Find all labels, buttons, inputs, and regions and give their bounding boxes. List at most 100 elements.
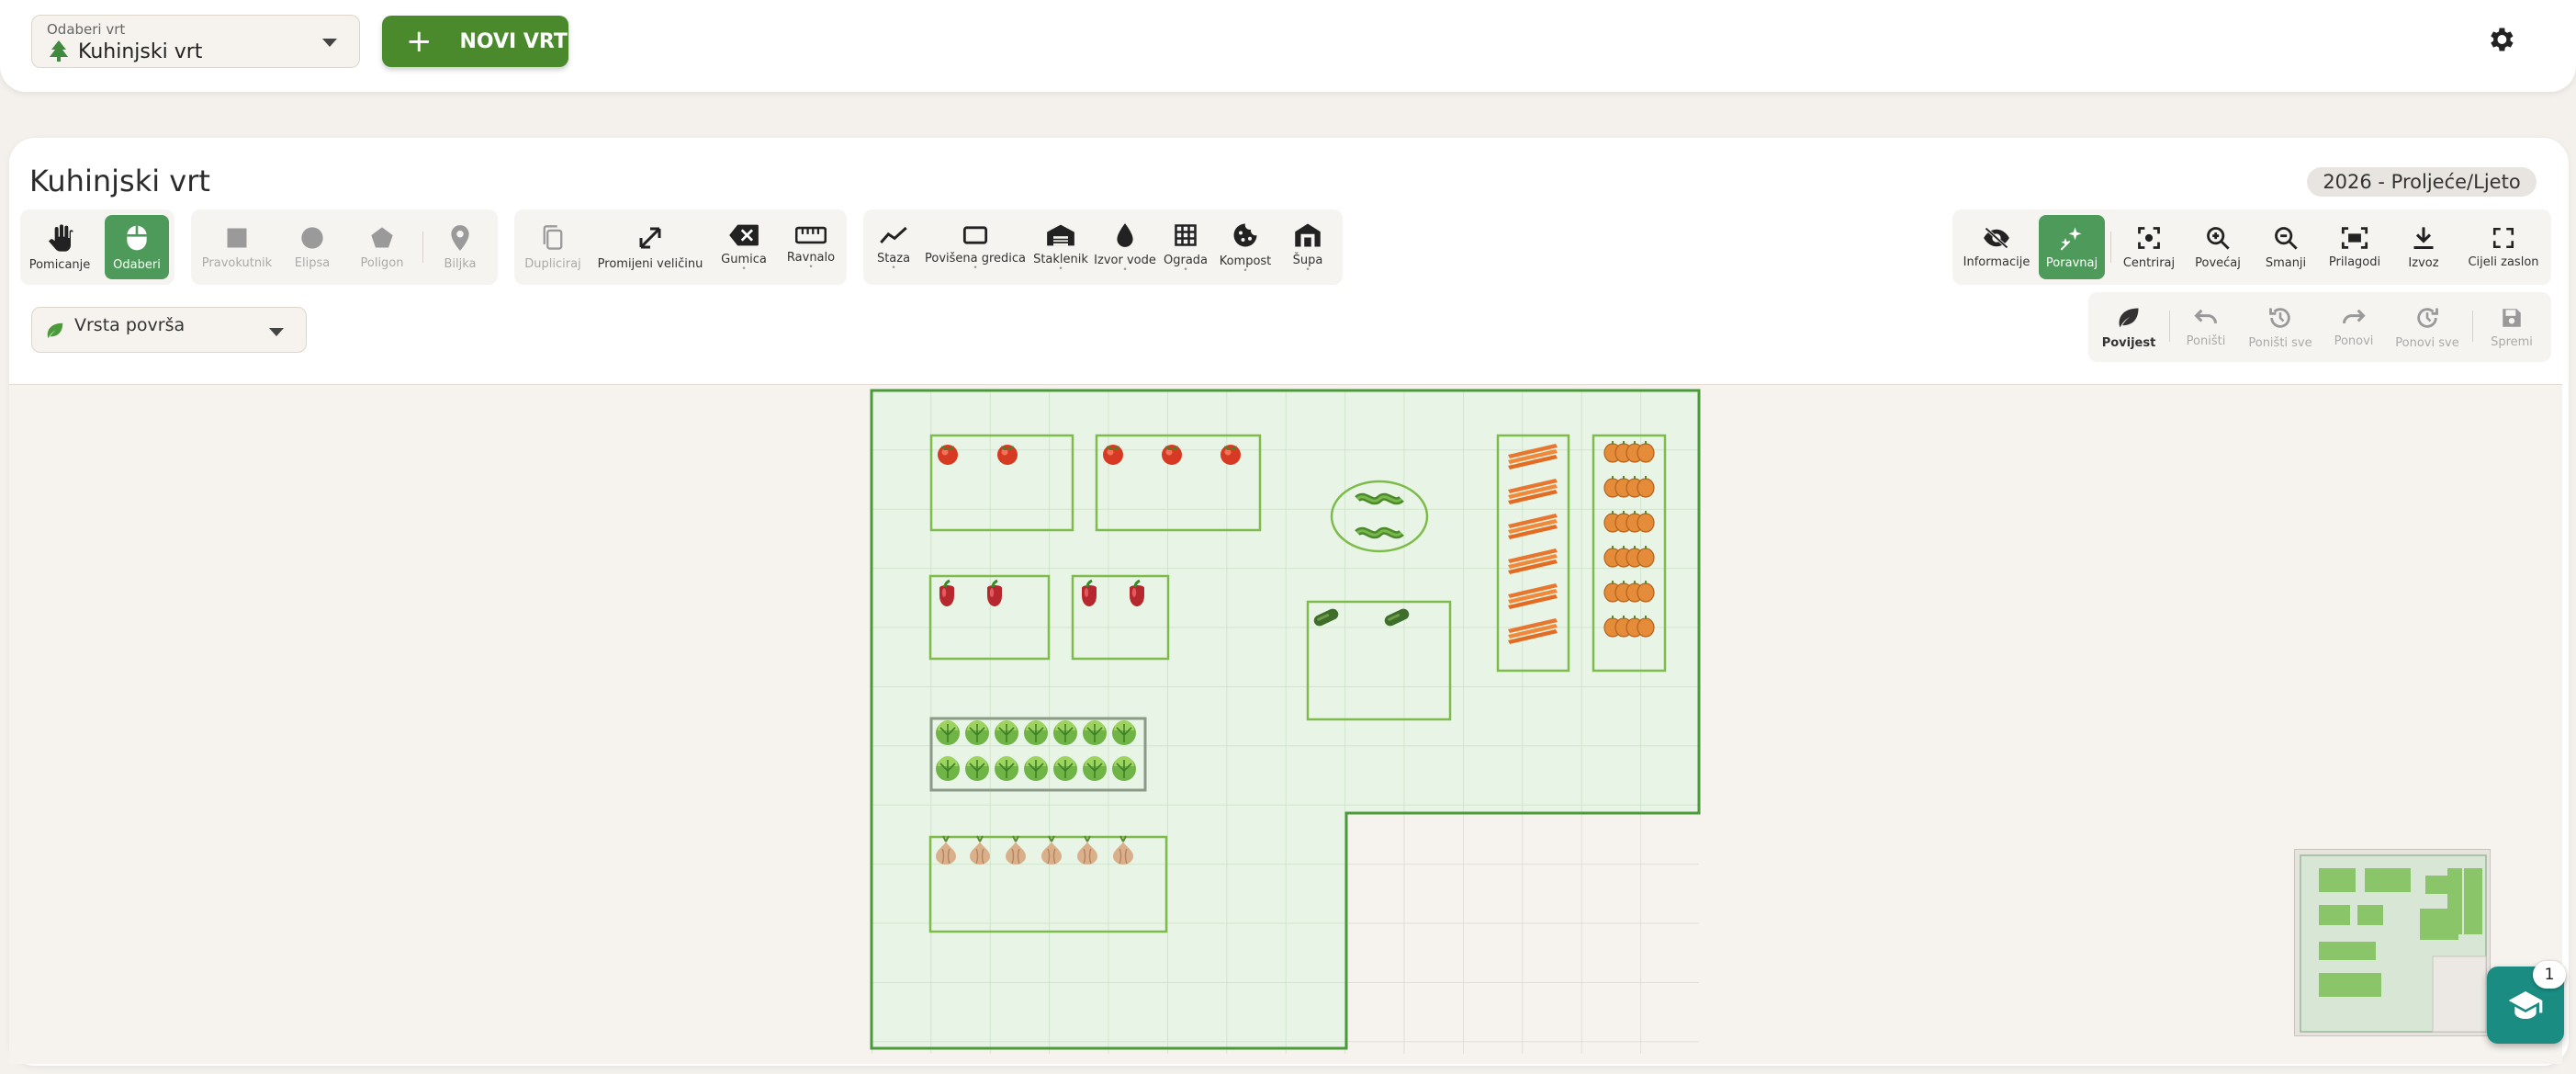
zoom-out-button[interactable]: Smanji [2252, 209, 2320, 285]
chevron-down-icon [322, 39, 337, 47]
copy-icon [543, 224, 563, 250]
greenhouse-tool[interactable]: Staklenik • [1030, 209, 1091, 285]
rectangle-outline-icon [962, 225, 988, 244]
redo-all-button-label: Ponovi sve [2395, 335, 2459, 350]
redo-history-icon [2417, 307, 2438, 328]
gear-icon[interactable] [2485, 24, 2516, 59]
new-garden-label: NOVI VRT [459, 29, 568, 53]
garden-plan[interactable] [9, 385, 2562, 1065]
eraser-tool[interactable]: Gumica • [711, 209, 777, 285]
divider [2472, 311, 2473, 342]
water-source-tool[interactable]: Izvor vode • [1091, 209, 1159, 285]
surface-type-value: Vrsta površa [74, 315, 186, 335]
fullscreen-button[interactable]: Cijeli zaslon [2458, 209, 2549, 285]
fence-tool[interactable]: Ograda • [1159, 209, 1212, 285]
polygon-tool[interactable]: Poligon [345, 209, 419, 285]
rectangle-tool[interactable]: Pravokutnik [195, 209, 279, 285]
nav-tool-group: Pomicanje Odaberi [20, 209, 174, 285]
backspace-icon [729, 224, 759, 245]
mouse-icon [127, 225, 147, 250]
center-focus-icon [2138, 226, 2160, 249]
info-toggle-label: Informacije [1963, 254, 2030, 269]
ellipse-tool-label: Elipsa [294, 255, 331, 270]
square-icon [227, 228, 247, 247]
leaf-icon [2119, 308, 2139, 327]
zoom-out-icon [2275, 226, 2298, 250]
info-toggle[interactable]: Informacije [1956, 209, 2037, 285]
download-icon [2413, 226, 2434, 249]
notification-badge: 1 [2533, 961, 2566, 989]
divider [2110, 232, 2111, 263]
submenu-indicator: • [1243, 266, 1248, 276]
divider [422, 232, 423, 263]
garden-canvas[interactable] [9, 384, 2562, 1064]
zoom-in-button[interactable]: Povećaj [2184, 209, 2252, 285]
map-pin-icon [451, 224, 469, 251]
plant-tool[interactable]: Biljka [426, 209, 494, 285]
fit-screen-icon [2341, 226, 2368, 249]
shed-tool[interactable]: Šupa • [1278, 209, 1337, 285]
save-button[interactable]: Spremi [2476, 292, 2548, 362]
view-tool-group: Informacije Poravnaj Centriraj Povećaj S… [1952, 209, 2551, 285]
raised-bed-tool[interactable]: Povišena gredica • [920, 209, 1030, 285]
submenu-indicator: • [808, 262, 814, 272]
zoom-out-button-label: Smanji [2265, 255, 2307, 270]
divider [2169, 311, 2170, 342]
undo-all-button[interactable]: Poništi sve [2239, 292, 2322, 362]
center-button[interactable]: Centriraj [2114, 209, 2184, 285]
redo-all-button[interactable]: Ponovi sve [2386, 292, 2469, 362]
export-button[interactable]: Izvoz [2390, 209, 2458, 285]
object-tool-group: Staza • Povišena gredica • Staklenik • I… [863, 209, 1343, 285]
shape-tool-group: Pravokutnik Elipsa Poligon Biljka [191, 209, 498, 285]
fullscreen-button-label: Cijeli zaslon [2468, 254, 2539, 269]
center-button-label: Centriraj [2122, 255, 2176, 270]
garden-select-label: Odaberi vrt [47, 21, 126, 38]
ruler-tool[interactable]: Ravnalo • [777, 209, 845, 285]
sparkle-icon [2060, 226, 2082, 250]
ruler-icon [795, 226, 827, 243]
page-title: Kuhinjski vrt [29, 164, 210, 198]
fit-button[interactable]: Prilagodi [2320, 209, 2390, 285]
resize-tool[interactable]: Promijeni veličinu [590, 209, 711, 285]
history-button[interactable]: Povijest [2092, 292, 2165, 362]
submenu-indicator: • [1058, 264, 1063, 274]
graduation-cap-icon [2508, 991, 2543, 1019]
duplicate-tool[interactable]: Dupliciraj [516, 209, 590, 285]
undo-icon [2194, 309, 2218, 323]
cookie-icon [1233, 223, 1257, 246]
leaf-icon [45, 321, 65, 345]
minimap[interactable] [2294, 849, 2491, 1036]
plus-icon: + [406, 23, 433, 60]
compost-tool[interactable]: Kompost • [1212, 209, 1278, 285]
submenu-indicator: • [1183, 265, 1188, 275]
history-icon [2269, 307, 2290, 328]
zoom-in-button-label: Povećaj [2195, 255, 2241, 270]
hand-icon [49, 223, 73, 252]
water-drop-icon [1117, 222, 1133, 247]
select-tool-label: Odaberi [113, 257, 161, 272]
submenu-indicator: • [1122, 265, 1128, 275]
tree-icon [49, 40, 69, 65]
garden-select-value: Kuhinjski vrt [78, 40, 203, 63]
rectangle-tool-label: Pravokutnik [201, 255, 273, 270]
pan-tool[interactable]: Pomicanje [28, 209, 92, 285]
undo-all-button-label: Poništi sve [2248, 335, 2312, 350]
fullscreen-icon [2492, 227, 2514, 248]
submenu-indicator: • [1305, 265, 1310, 275]
edit-tool-group: Dupliciraj Promijeni veličinu Gumica • R… [514, 209, 847, 285]
path-tool[interactable]: Staza • [867, 209, 920, 285]
season-badge[interactable]: 2026 - Proljeće/Ljeto [2307, 167, 2537, 197]
new-garden-button[interactable]: + NOVI VRT [382, 16, 568, 67]
save-button-label: Spremi [2491, 334, 2533, 349]
align-toggle[interactable]: Poravnaj [2039, 215, 2105, 279]
garden-select[interactable]: Odaberi vrt Kuhinjski vrt [31, 15, 360, 68]
export-button-label: Izvoz [2408, 255, 2439, 270]
select-tool[interactable]: Odaberi [105, 215, 169, 279]
polygon-tool-label: Poligon [360, 255, 404, 270]
chevron-down-icon [269, 328, 284, 336]
undo-button[interactable]: Poništi [2173, 292, 2239, 362]
history-button-label: Povijest [2101, 335, 2156, 350]
redo-button[interactable]: Ponovi [2322, 292, 2386, 362]
surface-type-select[interactable]: Vrsta površa [31, 307, 307, 353]
ellipse-tool[interactable]: Elipsa [279, 209, 345, 285]
